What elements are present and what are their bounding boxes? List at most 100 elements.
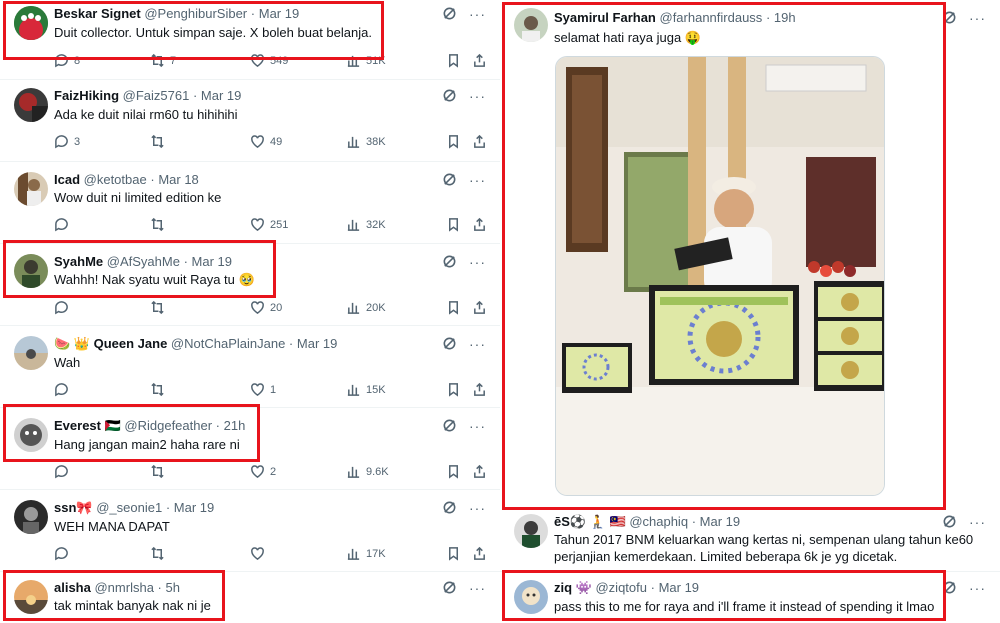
- more-options-icon[interactable]: ···: [469, 501, 486, 515]
- username[interactable]: @chaphiq: [629, 514, 688, 529]
- bookmark-button[interactable]: [446, 382, 461, 397]
- bookmark-button[interactable]: [446, 53, 461, 68]
- more-options-icon[interactable]: ···: [469, 173, 486, 187]
- timestamp[interactable]: Mar 19: [659, 580, 699, 595]
- like-button[interactable]: 2: [250, 464, 276, 479]
- views-button[interactable]: 51K: [346, 53, 386, 68]
- more-options-icon[interactable]: ···: [469, 255, 486, 269]
- grok-icon[interactable]: [442, 500, 457, 515]
- display-name[interactable]: 🍉 👑 Queen Jane: [54, 336, 167, 351]
- repost-button[interactable]: [150, 134, 170, 149]
- more-options-icon[interactable]: ···: [469, 89, 486, 103]
- views-button[interactable]: 15K: [346, 382, 386, 397]
- avatar[interactable]: [14, 172, 48, 206]
- display-name[interactable]: SyahMe: [54, 254, 103, 269]
- username[interactable]: @Ridgefeather: [124, 418, 212, 433]
- share-button[interactable]: [472, 134, 487, 149]
- display-name[interactable]: alisha: [54, 580, 91, 595]
- more-options-icon[interactable]: ···: [469, 419, 486, 433]
- views-button[interactable]: 17K: [346, 546, 386, 561]
- username[interactable]: @Faiz5761: [123, 88, 190, 103]
- grok-icon[interactable]: [942, 580, 957, 595]
- username[interactable]: @nmrlsha: [94, 580, 153, 595]
- username[interactable]: @_seonie1: [96, 500, 162, 515]
- username[interactable]: @PenghiburSiber: [144, 6, 247, 21]
- display-name[interactable]: Everest 🇵🇸: [54, 418, 121, 433]
- tweet[interactable]: SyahMe @AfSyahMe · Mar 19 ··· Wahhh! Nak…: [0, 244, 500, 326]
- timestamp[interactable]: Mar 19: [259, 6, 299, 21]
- tweet[interactable]: ēS⚽ 🧎 🇲🇾 @chaphiq · Mar 19 ··· Tahun 201…: [500, 508, 1000, 572]
- tweet[interactable]: Everest 🇵🇸 @Ridgefeather · 21h ··· Hang …: [0, 408, 500, 490]
- reply-button[interactable]: [54, 300, 74, 315]
- avatar[interactable]: [14, 6, 48, 40]
- timestamp[interactable]: 19h: [774, 10, 796, 25]
- reply-button[interactable]: 3: [54, 134, 80, 149]
- bookmark-button[interactable]: [446, 546, 461, 561]
- repost-button[interactable]: [150, 464, 170, 479]
- repost-button[interactable]: 7: [150, 53, 176, 68]
- more-options-icon[interactable]: ···: [469, 337, 486, 351]
- more-options-icon[interactable]: ···: [969, 11, 986, 25]
- tweet[interactable]: FaizHiking @Faiz5761 · Mar 19 ··· Ada ke…: [0, 80, 500, 162]
- timestamp[interactable]: Mar 19: [700, 514, 740, 529]
- tweet[interactable]: Beskar Signet @PenghiburSiber · Mar 19 ·…: [0, 0, 500, 80]
- display-name[interactable]: ziq 👾: [554, 580, 592, 595]
- bookmark-button[interactable]: [446, 300, 461, 315]
- views-button[interactable]: 32K: [346, 217, 386, 232]
- display-name[interactable]: Syamirul Farhan: [554, 10, 656, 25]
- reply-button[interactable]: 8: [54, 53, 80, 68]
- main-tweet[interactable]: Syamirul Farhan @farhannfirdauss · 19h ·…: [500, 0, 1000, 508]
- views-button[interactable]: 38K: [346, 134, 386, 149]
- grok-icon[interactable]: [942, 514, 957, 529]
- grok-icon[interactable]: [442, 172, 457, 187]
- repost-button[interactable]: [150, 217, 170, 232]
- timestamp[interactable]: Mar 19: [174, 500, 214, 515]
- username[interactable]: @ketotbae: [84, 172, 147, 187]
- bookmark-button[interactable]: [446, 217, 461, 232]
- timestamp[interactable]: Mar 19: [201, 88, 241, 103]
- username[interactable]: @farhannfirdauss: [660, 10, 763, 25]
- timestamp[interactable]: Mar 19: [297, 336, 337, 351]
- avatar[interactable]: [514, 514, 548, 548]
- avatar[interactable]: [14, 418, 48, 452]
- display-name[interactable]: FaizHiking: [54, 88, 119, 103]
- avatar[interactable]: [14, 88, 48, 122]
- display-name[interactable]: Icad: [54, 172, 80, 187]
- like-button[interactable]: [250, 546, 270, 561]
- avatar[interactable]: [514, 580, 548, 614]
- more-options-icon[interactable]: ···: [969, 515, 986, 529]
- like-button[interactable]: 1: [250, 382, 276, 397]
- views-button[interactable]: 20K: [346, 300, 386, 315]
- views-button[interactable]: 9.6K: [346, 464, 389, 479]
- username[interactable]: @NotChaPlainJane: [171, 336, 285, 351]
- more-options-icon[interactable]: ···: [469, 7, 486, 21]
- grok-icon[interactable]: [442, 6, 457, 21]
- tweet-photo[interactable]: [555, 56, 885, 496]
- grok-icon[interactable]: [442, 580, 457, 595]
- share-button[interactable]: [472, 217, 487, 232]
- display-name[interactable]: ēS⚽ 🧎 🇲🇾: [554, 514, 626, 529]
- grok-icon[interactable]: [442, 336, 457, 351]
- like-button[interactable]: 251: [250, 217, 288, 232]
- avatar[interactable]: [514, 8, 548, 42]
- reply-button[interactable]: [54, 217, 74, 232]
- bookmark-button[interactable]: [446, 134, 461, 149]
- reply-button[interactable]: [54, 464, 74, 479]
- share-button[interactable]: [472, 546, 487, 561]
- grok-icon[interactable]: [942, 10, 957, 25]
- share-button[interactable]: [472, 53, 487, 68]
- username[interactable]: @ziqtofu: [595, 580, 647, 595]
- reply-button[interactable]: [54, 382, 74, 397]
- username[interactable]: @AfSyahMe: [107, 254, 180, 269]
- avatar[interactable]: [14, 336, 48, 370]
- tweet[interactable]: ziq 👾 @ziqtofu · Mar 19 ··· pass this to…: [500, 572, 1000, 623]
- more-options-icon[interactable]: ···: [969, 581, 986, 595]
- tweet[interactable]: ssn🎀 @_seonie1 · Mar 19 ··· WEH MANA DAP…: [0, 490, 500, 572]
- display-name[interactable]: Beskar Signet: [54, 6, 141, 21]
- grok-icon[interactable]: [442, 88, 457, 103]
- like-button[interactable]: 549: [250, 53, 288, 68]
- repost-button[interactable]: [150, 382, 170, 397]
- display-name[interactable]: ssn🎀: [54, 500, 93, 515]
- timestamp[interactable]: 21h: [224, 418, 246, 433]
- avatar[interactable]: [14, 580, 48, 614]
